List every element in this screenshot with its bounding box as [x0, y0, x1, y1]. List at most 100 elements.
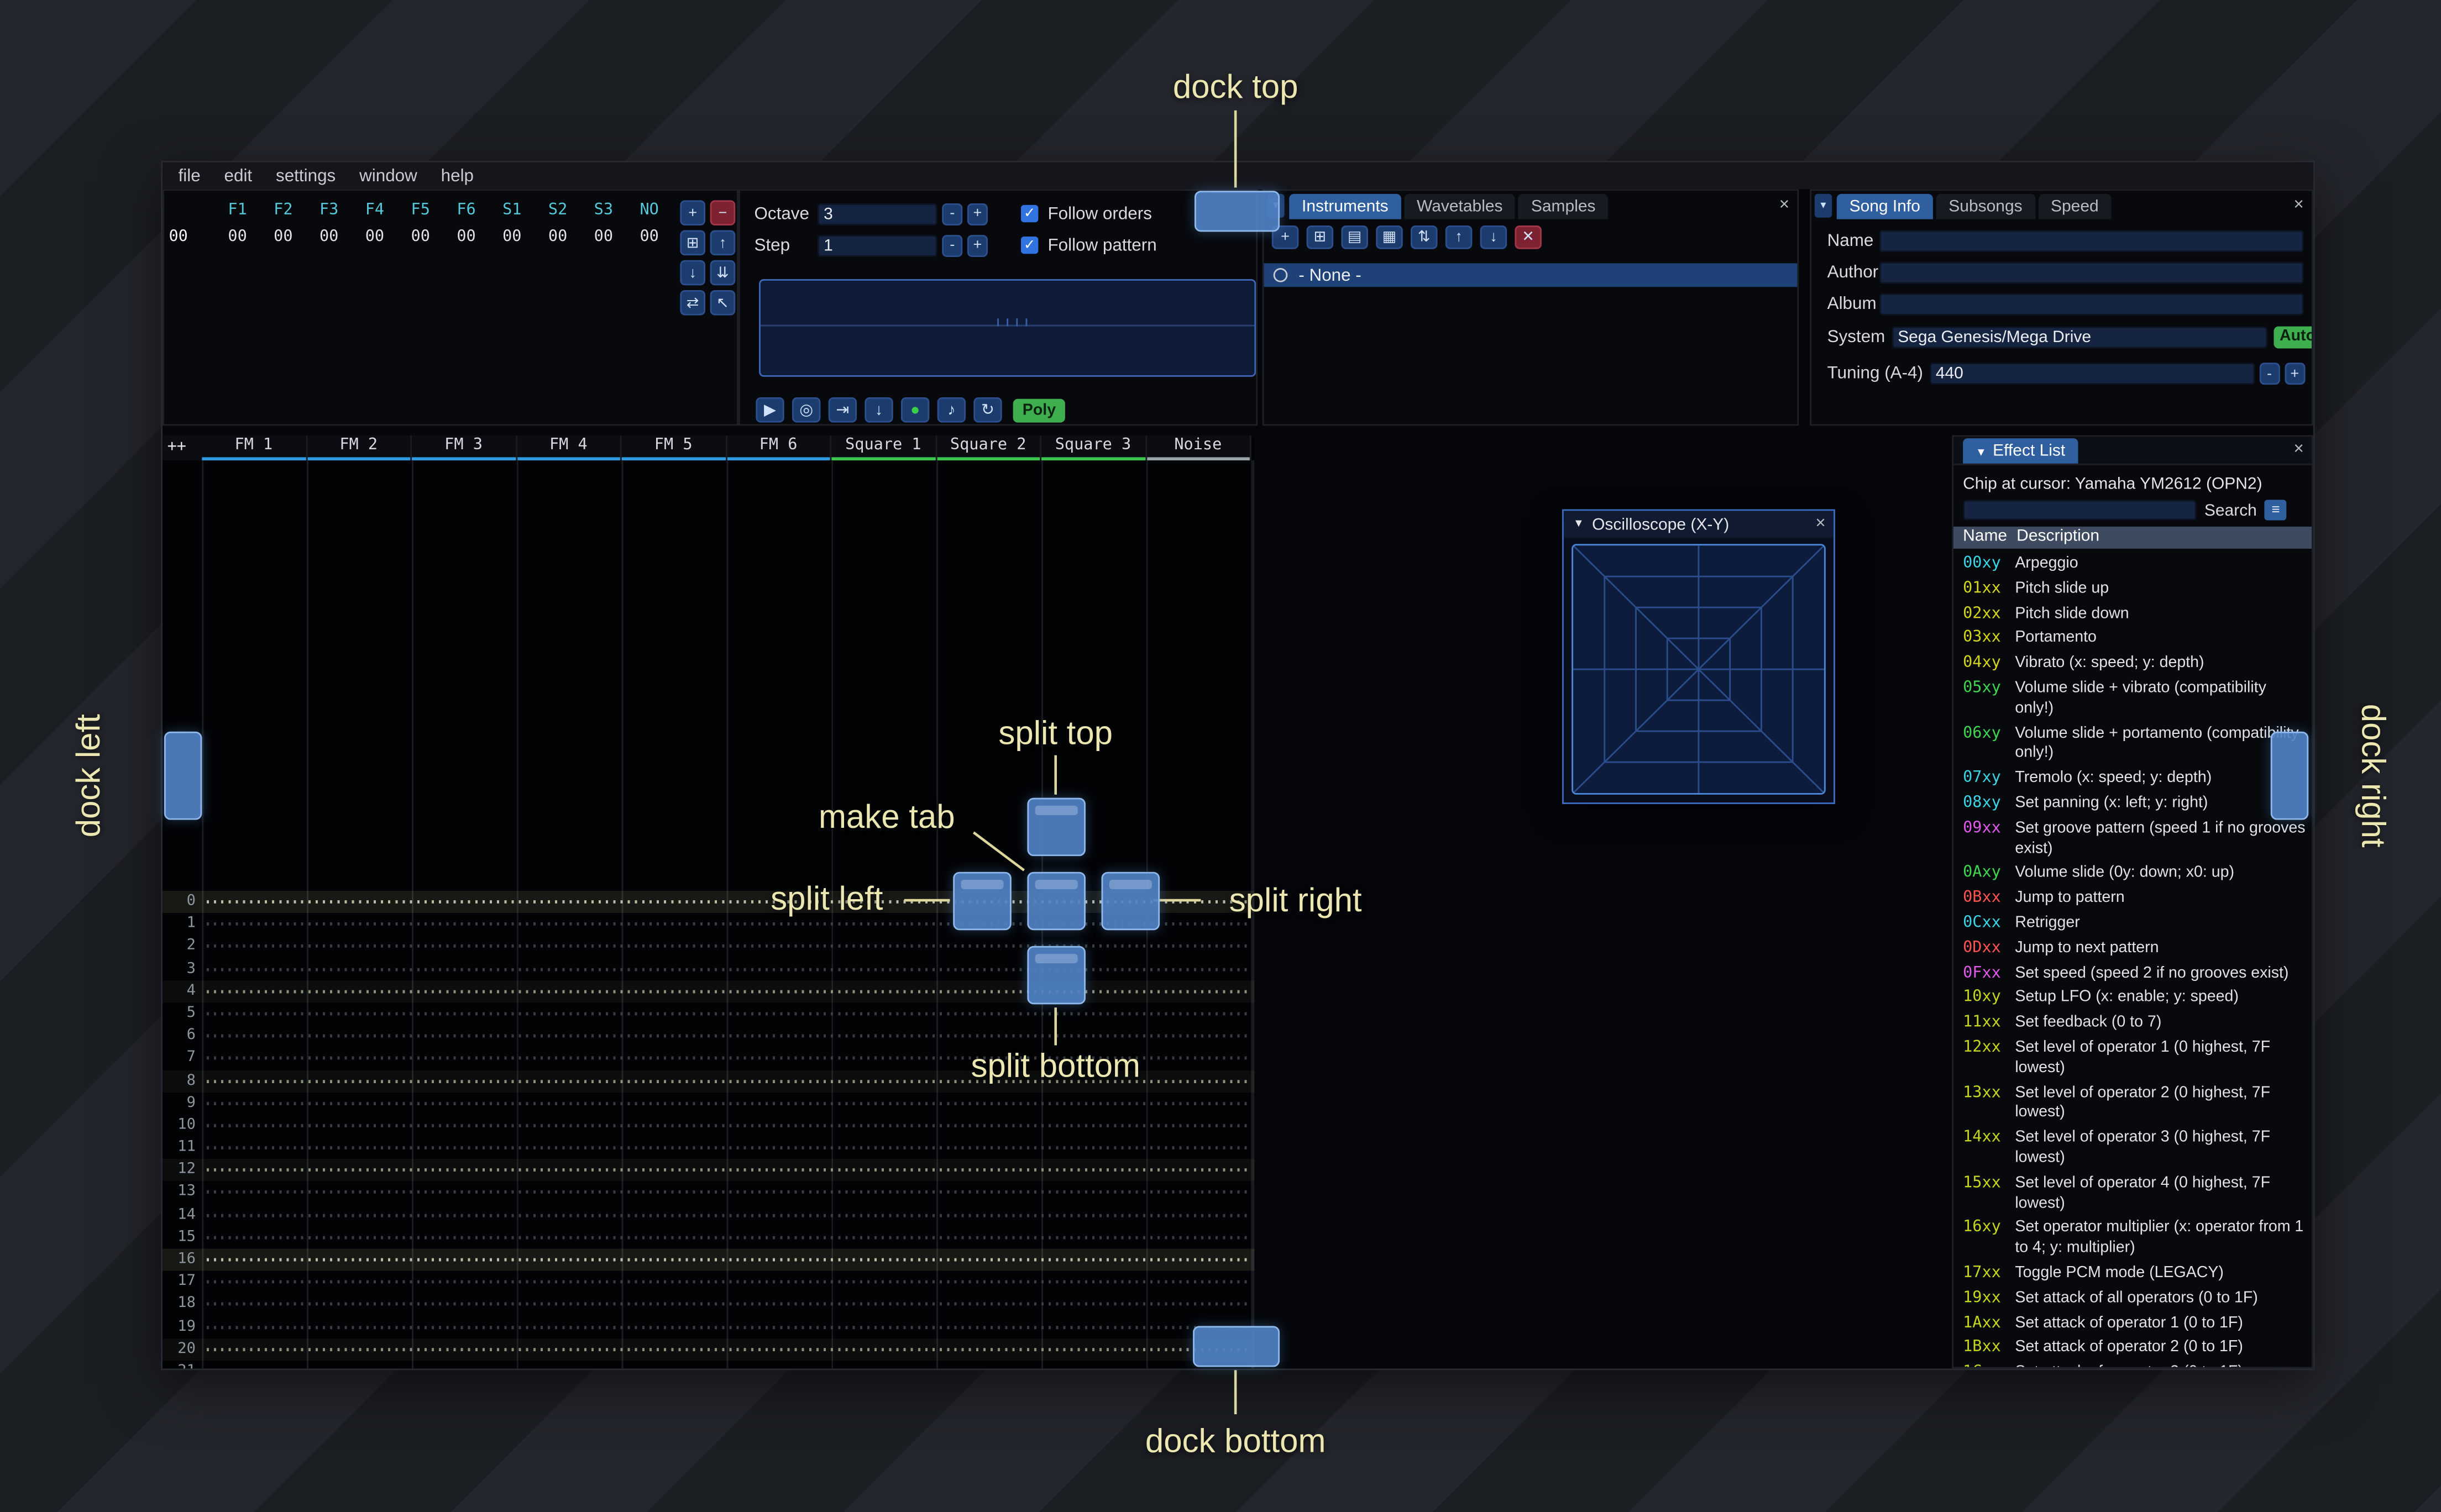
effect-item[interactable]: 0Dxx Jump to next pattern: [1953, 937, 2312, 962]
order-remove-button[interactable]: −: [710, 200, 736, 225]
order-cell[interactable]: 00: [214, 229, 260, 246]
stop-button[interactable]: ◎: [792, 397, 821, 423]
pattern-row[interactable]: 2: [163, 936, 1254, 958]
tab-wavetables[interactable]: Wavetables: [1404, 193, 1516, 219]
effect-item[interactable]: 13xx Set level of operator 2 (0 highest,…: [1953, 1082, 2312, 1127]
order-cell[interactable]: 00: [535, 229, 581, 246]
pattern-row-cells[interactable]: [206, 989, 1250, 993]
tab-speed[interactable]: Speed: [2038, 193, 2112, 219]
channel-header[interactable]: FM 4: [516, 435, 622, 461]
tab-song-info[interactable]: Song Info: [1836, 193, 1933, 219]
pattern-row-cells[interactable]: [206, 1168, 1250, 1172]
pattern-row-cells[interactable]: [206, 1303, 1250, 1306]
effect-item[interactable]: 1Bxx Set attack of operator 2 (0 to 1F): [1953, 1337, 2312, 1362]
pattern-row-cells[interactable]: [206, 967, 1250, 971]
order-duplicate-button[interactable]: ⊞: [680, 230, 706, 256]
instrument-open-button[interactable]: ▤: [1341, 225, 1368, 249]
effect-item[interactable]: 01xx Pitch slide up: [1953, 578, 2312, 602]
effect-item[interactable]: 00xy Arpeggio: [1953, 553, 2312, 578]
pattern-row-cells[interactable]: [206, 1236, 1250, 1239]
tab-samples[interactable]: Samples: [1518, 193, 1609, 219]
order-edit-mode-button[interactable]: ↖: [710, 290, 736, 316]
metronome-button[interactable]: ♪: [937, 397, 966, 423]
menu-window[interactable]: window: [359, 166, 417, 185]
menu-edit[interactable]: edit: [224, 166, 253, 185]
effect-item[interactable]: 1Axx Set attack of operator 1 (0 to 1F): [1953, 1312, 2312, 1337]
pattern-row[interactable]: 5: [163, 1002, 1254, 1025]
order-cell[interactable]: 00: [260, 229, 306, 246]
channel-header[interactable]: FM 1: [202, 435, 307, 461]
pattern-row[interactable]: 16: [163, 1248, 1255, 1272]
collapse-icon[interactable]: ▼: [1976, 448, 1987, 459]
system-select[interactable]: Sega Genesis/Mega Drive: [1891, 326, 2267, 349]
order-duplicate-end-button[interactable]: ⇊: [710, 260, 736, 286]
pattern-row-cells[interactable]: [206, 1347, 1250, 1351]
instrument-list-item[interactable]: - None -: [1264, 263, 1798, 287]
orders-row[interactable]: 00 00 00 00 00 00 00 00 00 00 00: [164, 229, 672, 246]
channel-header[interactable]: FM 5: [621, 435, 727, 461]
order-move-up-button[interactable]: ↑: [710, 230, 736, 256]
order-cell[interactable]: 00: [352, 229, 398, 246]
pattern-row[interactable]: 15: [163, 1226, 1254, 1248]
dock-target-left[interactable]: [164, 731, 202, 820]
oscilloscope-window[interactable]: ▼ Oscilloscope (X-Y) ×: [1562, 509, 1835, 805]
pattern-row[interactable]: 18: [163, 1294, 1254, 1316]
step-decrease-button[interactable]: -: [942, 234, 963, 256]
order-cell[interactable]: 00: [626, 229, 672, 246]
pattern-row-cells[interactable]: [206, 1213, 1250, 1217]
pattern-row-cells[interactable]: [206, 945, 1250, 948]
pattern-row[interactable]: 0: [163, 890, 1255, 914]
octave-increase-button[interactable]: +: [967, 202, 988, 225]
effect-list-close-icon[interactable]: ×: [2293, 440, 2303, 459]
effect-item[interactable]: 10xy Setup LFO (x: enable; y: speed): [1953, 987, 2312, 1012]
pattern-row-cells[interactable]: [206, 922, 1250, 926]
menu-file[interactable]: file: [179, 166, 201, 185]
pattern-row[interactable]: 9: [163, 1092, 1254, 1114]
order-cell[interactable]: 00: [443, 229, 489, 246]
channel-header[interactable]: FM 3: [412, 435, 517, 461]
pattern-row[interactable]: 6: [163, 1025, 1254, 1047]
effect-item[interactable]: 19xx Set attack of all operators (0 to 1…: [1953, 1287, 2312, 1312]
poly-toggle-button[interactable]: Poly: [1013, 398, 1066, 422]
make-tab-target[interactable]: [1027, 872, 1086, 931]
effect-item[interactable]: 0Fxx Set speed (speed 2 if no grooves ex…: [1953, 962, 2312, 986]
collapse-icon[interactable]: ▼: [1573, 519, 1584, 530]
pattern-row-cells[interactable]: [206, 1325, 1250, 1329]
song-album-field[interactable]: [1879, 293, 2304, 316]
follow-orders-checkbox[interactable]: ✓: [1020, 204, 1039, 223]
pattern-row[interactable]: 4: [163, 980, 1255, 1003]
pattern-row[interactable]: 20: [163, 1338, 1255, 1361]
pattern-row-cells[interactable]: [206, 1124, 1250, 1127]
tab-instruments[interactable]: Instruments: [1289, 193, 1401, 219]
order-cell[interactable]: 00: [580, 229, 626, 246]
effect-item[interactable]: 17xx Toggle PCM mode (LEGACY): [1953, 1262, 2312, 1287]
pattern-expand-button[interactable]: ++: [163, 435, 202, 461]
pattern-row[interactable]: 21: [163, 1361, 1254, 1369]
split-target-bottom[interactable]: [1027, 946, 1086, 1005]
pattern-row-cells[interactable]: [206, 1101, 1250, 1105]
repeat-pattern-button[interactable]: ↻: [973, 397, 1002, 423]
tuning-input[interactable]: 440: [1929, 363, 2255, 385]
dock-target-right[interactable]: [2270, 731, 2309, 820]
effect-item[interactable]: 0Cxx Retrigger: [1953, 912, 2312, 937]
pattern-row[interactable]: 1: [163, 913, 1254, 935]
instrument-save-button[interactable]: ▦: [1376, 225, 1403, 249]
effect-item[interactable]: 11xx Set feedback (0 to 7): [1953, 1012, 2312, 1037]
order-change-mode-button[interactable]: ⇄: [680, 290, 706, 316]
instrument-toggle-folders-button[interactable]: ⇅: [1411, 225, 1438, 249]
dock-target-top[interactable]: [1194, 191, 1280, 232]
effect-item[interactable]: 0Bxx Jump to pattern: [1953, 887, 2312, 912]
effect-item[interactable]: 16xy Set operator multiplier (x: operato…: [1953, 1217, 2312, 1262]
pattern-row-cells[interactable]: [206, 900, 1250, 904]
step-input[interactable]: 1: [817, 234, 937, 256]
follow-pattern-checkbox[interactable]: ✓: [1020, 236, 1039, 254]
octave-input[interactable]: 3: [817, 202, 937, 225]
split-target-left[interactable]: [953, 872, 1012, 931]
tab-list-popup-icon[interactable]: ▼: [1814, 193, 1832, 218]
tuning-decrease-button[interactable]: -: [2259, 363, 2280, 385]
effect-item[interactable]: 07xy Tremolo (x: speed; y: depth): [1953, 767, 2312, 792]
play-from-cursor-button[interactable]: ⇥: [828, 397, 857, 423]
instruments-close-icon[interactable]: ×: [1779, 196, 1789, 214]
oscilloscope-close-icon[interactable]: ×: [1815, 514, 1825, 533]
oscilloscope-title-bar[interactable]: ▼ Oscilloscope (X-Y) ×: [1563, 511, 1834, 538]
